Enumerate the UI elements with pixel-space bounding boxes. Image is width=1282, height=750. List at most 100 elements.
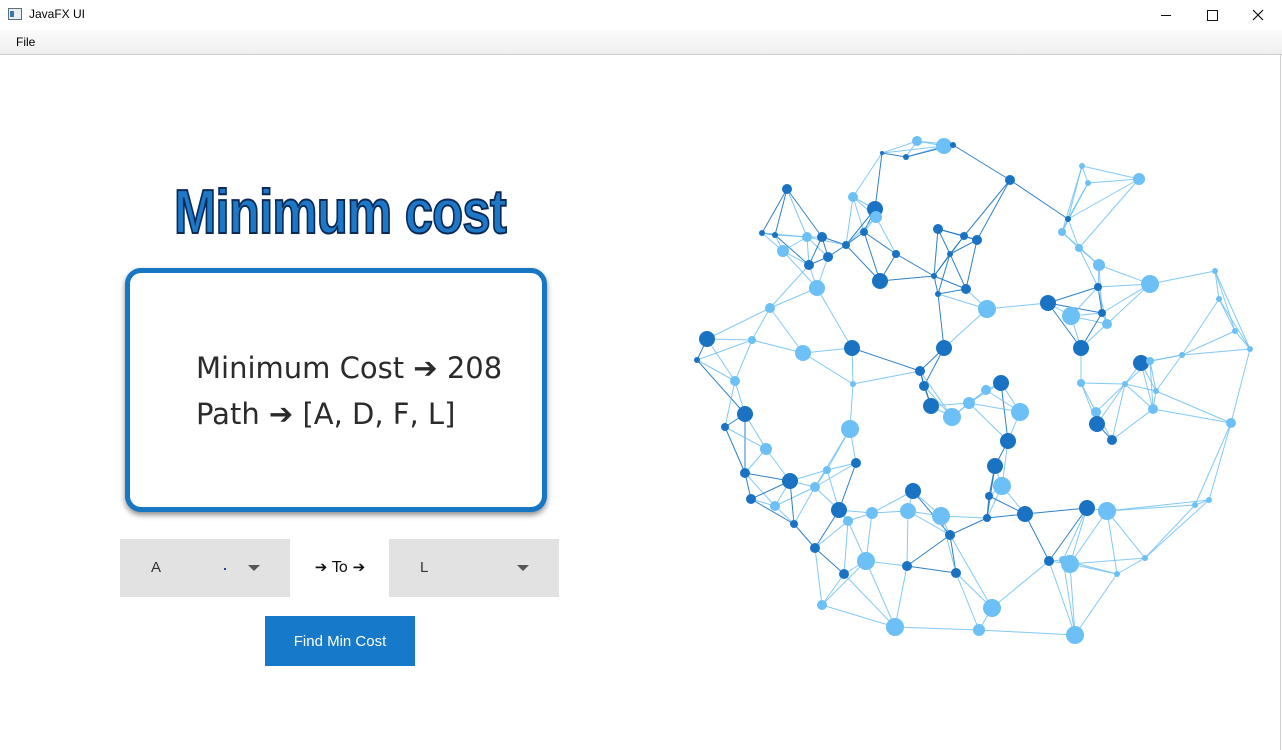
close-icon	[1252, 9, 1264, 21]
focus-dot	[224, 568, 226, 570]
network-edge	[955, 572, 980, 631]
network-node	[931, 273, 937, 279]
network-edge	[963, 179, 1011, 237]
network-edge	[881, 152, 907, 158]
menu-file[interactable]: File	[16, 35, 35, 49]
window-border	[1280, 54, 1281, 750]
network-edge	[933, 253, 951, 277]
network-node	[1044, 556, 1054, 566]
network-node	[770, 501, 780, 511]
network-node	[983, 599, 1001, 617]
to-label: ➔ To ➔	[314, 558, 366, 576]
network-node	[1206, 497, 1212, 503]
network-node	[802, 232, 812, 242]
network-node	[795, 345, 811, 361]
network-edge	[1149, 270, 1216, 285]
network-edge	[1024, 507, 1088, 515]
network-edge	[769, 264, 810, 309]
to-node-select[interactable]: L	[389, 539, 559, 597]
network-node	[1005, 175, 1015, 185]
network-node	[1062, 307, 1080, 325]
network-node	[760, 443, 772, 455]
network-node	[983, 514, 991, 522]
network-node	[1179, 352, 1185, 358]
network-node	[892, 250, 900, 258]
network-node	[935, 291, 941, 297]
network-node	[902, 561, 912, 571]
network-node	[817, 600, 827, 610]
network-edge	[933, 228, 939, 277]
network-edge	[1218, 298, 1251, 350]
minimize-button[interactable]	[1143, 0, 1189, 30]
network-node	[950, 142, 956, 148]
from-node-value: A	[151, 559, 162, 576]
network-edge	[1234, 330, 1251, 350]
result-panel: Minimum Cost ➔ 208 Path ➔ [A, D, F, L]	[125, 268, 547, 512]
close-button[interactable]	[1235, 0, 1281, 30]
network-edge	[894, 626, 980, 631]
network-node	[730, 376, 740, 386]
network-node	[848, 192, 858, 202]
network-edge	[802, 352, 854, 385]
network-edge	[1152, 408, 1232, 424]
network-edge	[734, 339, 753, 382]
network-node	[1077, 379, 1085, 387]
network-node	[915, 366, 925, 376]
network-edge	[706, 307, 771, 340]
network-edge	[976, 179, 1011, 241]
network-node	[880, 151, 884, 155]
network-node	[1040, 295, 1056, 311]
network-node	[1192, 502, 1198, 508]
network-node	[960, 232, 968, 240]
network-node	[905, 483, 921, 499]
network-edge	[894, 565, 908, 628]
network-node	[737, 406, 753, 422]
network-node	[1091, 407, 1101, 417]
network-node	[1212, 268, 1218, 274]
network-node	[1146, 357, 1154, 365]
network-edge	[875, 216, 897, 255]
network-edge	[1069, 557, 1146, 565]
network-node	[740, 468, 750, 478]
network-edge	[852, 370, 921, 385]
to-node-value: L	[420, 559, 429, 576]
network-node	[810, 482, 820, 492]
page-title: Minimum cost	[173, 177, 507, 248]
network-edge	[991, 560, 1050, 609]
maximize-icon	[1206, 9, 1218, 21]
network-node	[839, 569, 849, 579]
network-node	[1065, 216, 1071, 222]
network-node	[993, 375, 1009, 391]
chevron-down-icon	[517, 565, 529, 571]
network-edge	[1081, 165, 1140, 180]
network-edge	[1048, 507, 1088, 562]
network-edge	[1155, 354, 1183, 392]
network-node	[903, 154, 909, 160]
network-node	[963, 397, 975, 409]
network-node	[1107, 435, 1117, 445]
network-node	[972, 235, 982, 245]
network-edge	[814, 428, 851, 488]
network-node	[1075, 244, 1083, 252]
maximize-button[interactable]	[1189, 0, 1235, 30]
network-edge	[814, 547, 845, 575]
network-edge	[906, 565, 957, 574]
network-node	[1094, 283, 1102, 291]
network-node	[804, 260, 814, 270]
network-edge	[851, 347, 921, 372]
network-edge	[793, 486, 816, 525]
from-node-select[interactable]: A	[120, 539, 290, 597]
network-node	[1142, 555, 1148, 561]
network-node	[981, 385, 991, 395]
network-node	[886, 618, 904, 636]
network-edge	[863, 231, 897, 255]
network-node	[1232, 328, 1238, 334]
find-min-cost-button[interactable]: Find Min Cost	[265, 616, 415, 666]
network-edge	[965, 239, 978, 290]
network-node	[809, 280, 825, 296]
network-node	[842, 241, 850, 249]
network-edge	[843, 520, 849, 575]
network-node	[951, 568, 961, 578]
network-node	[1089, 416, 1105, 432]
network-node	[1079, 500, 1095, 516]
